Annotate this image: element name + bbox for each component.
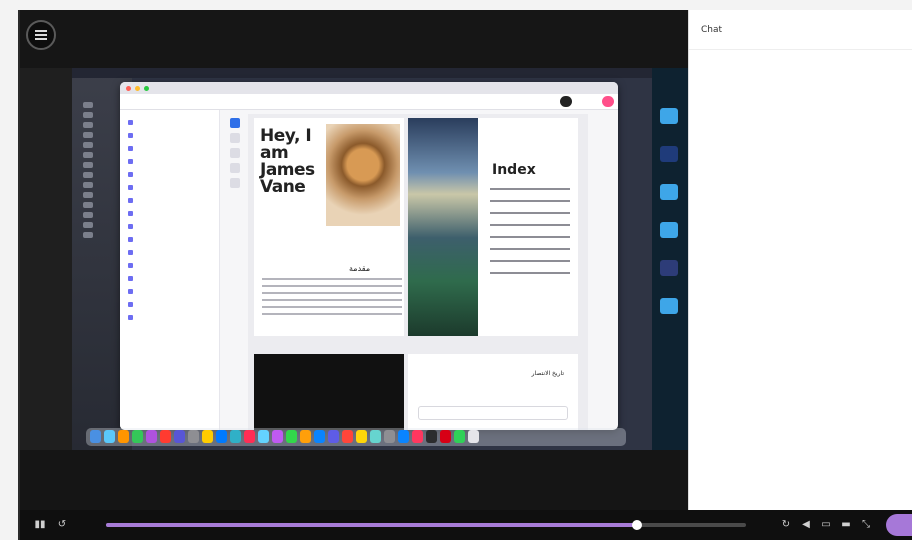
- video-area: Hey, I am James Vane مقدمة Index تاريخ ا…: [20, 10, 688, 510]
- video-letterbox-top: [20, 10, 688, 68]
- arabic-heading: مقدمة: [349, 264, 371, 273]
- browser-window: Hey, I am James Vane مقدمة Index تاريخ ا…: [120, 82, 618, 430]
- chat-message: [701, 446, 901, 450]
- chat-toggle-button[interactable]: [886, 514, 912, 536]
- side-panel-item[interactable]: [128, 233, 211, 246]
- shared-screen: Hey, I am James Vane مقدمة Index تاريخ ا…: [72, 68, 688, 450]
- chat-message: [701, 144, 901, 148]
- side-panel-item[interactable]: [128, 298, 211, 311]
- arabic-snippet-line: تاريخ الانتصار: [531, 370, 564, 377]
- right-tile-column: [660, 108, 682, 336]
- chat-title: Chat: [689, 10, 912, 50]
- download-button[interactable]: [560, 96, 572, 107]
- bear-illustration: [326, 124, 400, 226]
- chat-message: [701, 102, 901, 106]
- forward-icon[interactable]: ↻: [780, 519, 792, 531]
- chat-message: [701, 226, 901, 230]
- settings-icon[interactable]: ▬: [840, 519, 852, 531]
- side-panel-item[interactable]: [128, 259, 211, 272]
- meeting-player: Hey, I am James Vane مقدمة Index تاريخ ا…: [18, 10, 912, 540]
- side-panel-item[interactable]: [128, 129, 211, 142]
- side-panel-item[interactable]: [128, 155, 211, 168]
- chat-message: [701, 184, 901, 188]
- progress-track[interactable]: [106, 520, 746, 530]
- side-panel-item[interactable]: [128, 220, 211, 233]
- mac-menubar: [72, 68, 688, 78]
- chat-message: [701, 402, 901, 406]
- side-panel-item[interactable]: [128, 207, 211, 220]
- shape-tool-icon[interactable]: [230, 148, 240, 158]
- chat-message: [701, 488, 901, 492]
- play-icon[interactable]: ▮▮: [34, 519, 46, 531]
- arabic-snippet: تاريخ الانتصار: [464, 369, 564, 378]
- menu-icon: [35, 34, 47, 36]
- page-dark[interactable]: [254, 354, 404, 430]
- chat-message: [701, 358, 901, 362]
- fullscreen-icon[interactable]: ⤡: [860, 519, 872, 531]
- side-panel-item[interactable]: [128, 181, 211, 194]
- browser-tab-bar: [120, 82, 618, 94]
- side-panel-item[interactable]: [128, 246, 211, 259]
- chat-message: [701, 266, 901, 270]
- side-panel-item[interactable]: [128, 168, 211, 181]
- mountain-illustration: [408, 118, 478, 336]
- cover-heading: Hey, I am James Vane: [260, 126, 315, 197]
- text-tool-icon[interactable]: [230, 133, 240, 143]
- mac-dock: [86, 428, 626, 446]
- share-button[interactable]: [602, 96, 614, 107]
- index-list: [490, 188, 570, 284]
- design-tool-column: [80, 98, 110, 278]
- document-canvas: Hey, I am James Vane مقدمة Index تاريخ ا…: [248, 114, 588, 430]
- side-panel-item[interactable]: [128, 272, 211, 285]
- side-panel-item[interactable]: [128, 285, 211, 298]
- side-panel-item[interactable]: [128, 142, 211, 155]
- player-controls: ▮▮ ↺ ↻ ◀ ▭ ▬ ⤡: [20, 510, 912, 540]
- chat-message: [701, 310, 901, 314]
- side-panel-item[interactable]: [128, 311, 211, 324]
- select-tool-icon[interactable]: [230, 118, 240, 128]
- volume-icon[interactable]: ◀: [800, 519, 812, 531]
- progress-fill: [106, 523, 638, 527]
- draw-tool-icon[interactable]: [230, 178, 240, 188]
- vertical-tools: [230, 118, 242, 193]
- paragraph-block: [262, 278, 402, 320]
- captions-icon[interactable]: ▭: [820, 519, 832, 531]
- chat-panel: Chat: [688, 10, 912, 510]
- zoom-toolbar[interactable]: [418, 406, 568, 420]
- video-letterbox-bottom: [20, 450, 688, 510]
- editor-side-panel: [120, 110, 220, 430]
- menu-button[interactable]: [26, 20, 56, 50]
- index-heading: Index: [492, 162, 536, 178]
- progress-knob[interactable]: [632, 520, 643, 530]
- page-cover[interactable]: Hey, I am James Vane مقدمة: [254, 118, 404, 336]
- page-index[interactable]: Index: [408, 118, 578, 336]
- editor-toolbar: [120, 94, 618, 110]
- rewind-icon[interactable]: ↺: [56, 519, 68, 531]
- chat-message: [701, 62, 901, 66]
- side-panel-item[interactable]: [128, 194, 211, 207]
- image-tool-icon[interactable]: [230, 163, 240, 173]
- side-panel-item[interactable]: [128, 116, 211, 129]
